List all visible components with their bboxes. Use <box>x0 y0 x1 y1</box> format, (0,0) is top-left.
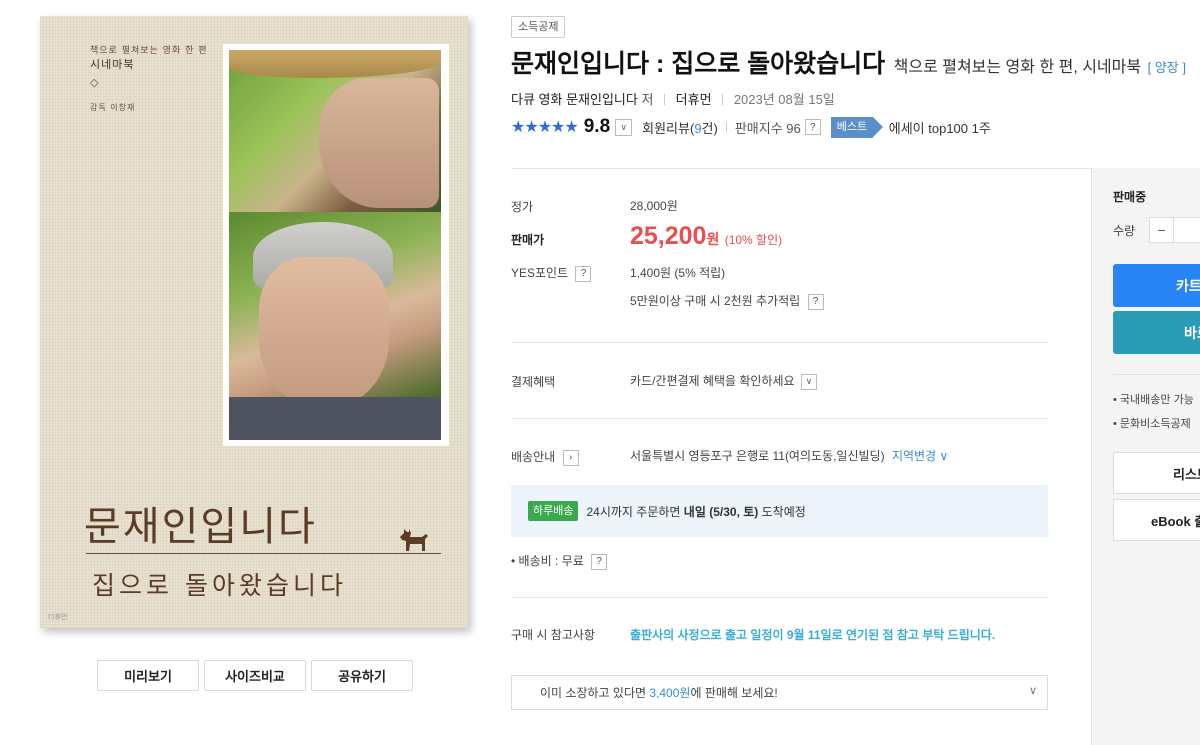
discount-rate: (10% 할인) <box>724 233 783 247</box>
ebook-button[interactable]: eBook 출 <box>1113 499 1200 541</box>
divider <box>1113 374 1200 375</box>
culture-deduction-note: • 문화비소득공제 <box>1113 418 1191 430</box>
sales-index: 판매지수 96 <box>734 120 801 136</box>
list-price-label: 정가 <box>511 200 534 214</box>
help-icon[interactable]: ? <box>591 553 608 570</box>
notice-text: 출판사의 사정으로 출고 일정이 9월 11일로 연기된 점 참고 부탁 드립니… <box>630 628 996 642</box>
chevron-right-icon[interactable]: › <box>562 449 579 466</box>
book-cover[interactable]: 책으로 펼쳐보는 영화 한 편 시네마북 ◇ 감독 이창재 문재인입니다 집으로… <box>40 16 468 628</box>
sale-price-label: 판매가 <box>511 233 545 247</box>
purchase-panel: 판매중 수량 − 카트 바로 • 국내배송만 가능 • 문화비소득공제 리스트 … <box>1091 168 1200 745</box>
list-price: 28,000원 <box>630 199 678 213</box>
delivery-estimate: 하루배송 24시까지 주문하면 내일 (5/30, 토) 도착예정 <box>511 485 1048 537</box>
binding-type: [ 양장 ] <box>1147 60 1186 75</box>
points-extra: 5만원이상 구매 시 2천원 추가적립 <box>630 294 801 308</box>
share-button[interactable]: 공유하기 <box>311 660 413 691</box>
region-change-link[interactable]: 지역변경 ∨ <box>892 449 948 463</box>
cover-photos <box>223 44 449 446</box>
chevron-down-icon[interactable]: ∨ <box>800 373 817 390</box>
delivery-date: 내일 (5/30, 토) <box>683 504 759 519</box>
sell-amount: 3,400원 <box>649 686 691 700</box>
chevron-down-icon[interactable]: ∨ <box>1029 684 1037 697</box>
review-link[interactable]: 회원리뷰(9건) <box>642 118 718 137</box>
shipping-label: 배송안내 <box>511 450 556 464</box>
dog-icon <box>400 529 428 551</box>
divider <box>511 418 1048 419</box>
cover-subtitle: 집으로 돌아왔습니다 <box>92 571 347 600</box>
quantity-label: 수량 <box>1113 224 1136 238</box>
quantity-stepper[interactable]: − <box>1149 217 1200 243</box>
cover-title: 문재인입니다 <box>84 504 317 550</box>
shipping-fee-group: • 배송비 : 무료 ? <box>511 552 608 570</box>
shipping-fee: 배송비 : 무료 <box>518 554 584 568</box>
chevron-down-icon[interactable]: ∨ <box>615 118 633 136</box>
size-compare-button[interactable]: 사이즈비교 <box>204 660 306 691</box>
shipping-label-group: 배송안내 › <box>511 448 579 466</box>
help-icon[interactable]: ? <box>575 265 592 282</box>
wishlist-button[interactable]: 리스트 <box>1113 452 1200 494</box>
points-extra-group: 5만원이상 구매 시 2천원 추가적립 ? <box>630 292 824 310</box>
divider <box>511 597 1048 598</box>
cover-photo-bottom <box>229 212 441 440</box>
delivery-post: 도착예정 <box>761 504 806 519</box>
best-rank-link[interactable]: 에세이 top100 1주 <box>889 118 991 137</box>
author-row: 다큐 영화 문재인입니다 저 더휴먼 2023년 08월 15일 <box>511 89 835 108</box>
preview-button[interactable]: 미리보기 <box>97 660 199 691</box>
publish-date: 2023년 08월 15일 <box>733 92 835 107</box>
cover-small-subtitle: 책으로 펼쳐보는 영화 한 편 <box>90 46 208 56</box>
rating-row: ★★★★★ 9.8 ∨ 회원리뷰(9건) 판매지수 96 ? 베스트 에세이 t… <box>511 116 991 138</box>
add-to-cart-button[interactable]: 카트 <box>1113 264 1200 307</box>
delivery-pre: 24시까지 주문하면 <box>586 504 681 519</box>
sell-prompt[interactable]: 이미 소장하고 있다면 3,400원 에 판매해 보세요! ∨ <box>511 675 1048 710</box>
cover-publisher-mark: 더휴먼 <box>48 614 68 621</box>
sell-prompt-post: 에 판매해 보세요! <box>690 686 778 700</box>
minus-icon[interactable]: − <box>1150 218 1174 242</box>
shipping-address: 서울특별시 영등포구 은행로 11(여의도동,일신빌딩) <box>630 449 885 463</box>
rating-stars: ★★★★★ <box>511 119 579 136</box>
author-role: 저 <box>641 92 654 107</box>
shipping-address-group: 서울특별시 영등포구 은행로 11(여의도동,일신빌딩) 지역변경 ∨ <box>630 447 948 464</box>
sale-price-unit: 원 <box>706 231 720 247</box>
points-label: YES포인트 <box>511 266 569 280</box>
domestic-only-note: • 국내배송만 가능 <box>1113 394 1194 406</box>
help-icon[interactable]: ? <box>807 293 824 310</box>
title-row: 문재인입니다 : 집으로 돌아왔습니다 책으로 펼쳐보는 영화 한 편, 시네마… <box>511 44 1186 80</box>
cover-photo-top <box>229 50 441 212</box>
next-day-badge: 하루배송 <box>528 501 579 521</box>
income-deduction-tag: 소득공제 <box>511 16 566 38</box>
sale-status: 판매중 <box>1113 190 1147 204</box>
cover-diamond: ◇ <box>90 77 99 89</box>
points-label-group: YES포인트 ? <box>511 264 592 282</box>
divider <box>511 168 1091 169</box>
publisher-link[interactable]: 더휴먼 <box>676 92 712 107</box>
product-subtitle: 책으로 펼쳐보는 영화 한 편, 시네마북 <box>893 59 1142 76</box>
points-value: 1,400원 (5% 적립) <box>630 266 726 280</box>
payment-label: 결제혜택 <box>511 375 556 389</box>
cover-series: 시네마북 <box>90 58 135 71</box>
cover-divider <box>86 553 441 554</box>
sale-price-group: 25,200원 (10% 할인) <box>630 222 782 251</box>
payment-benefit-text: 카드/간편결제 혜택을 확인하세요 <box>630 374 795 388</box>
cover-button-row: 미리보기 사이즈비교 공유하기 <box>97 660 413 691</box>
help-icon[interactable]: ? <box>804 119 821 135</box>
product-title: 문재인입니다 : 집으로 돌아왔습니다 <box>511 50 886 78</box>
notice-label: 구매 시 참고사항 <box>511 628 595 642</box>
divider <box>511 342 1048 343</box>
sell-prompt-pre: 이미 소장하고 있다면 <box>540 686 647 700</box>
payment-benefit[interactable]: 카드/간편결제 혜택을 확인하세요 ∨ <box>630 372 817 390</box>
buy-now-button[interactable]: 바로 <box>1113 311 1200 354</box>
cover-director: 감독 이창재 <box>90 103 136 112</box>
rating-score: 9.8 <box>583 116 611 137</box>
best-badge: 베스트 <box>830 116 883 138</box>
author-link[interactable]: 다큐 영화 문재인입니다 <box>511 92 638 107</box>
sale-price: 25,200 <box>630 222 707 250</box>
